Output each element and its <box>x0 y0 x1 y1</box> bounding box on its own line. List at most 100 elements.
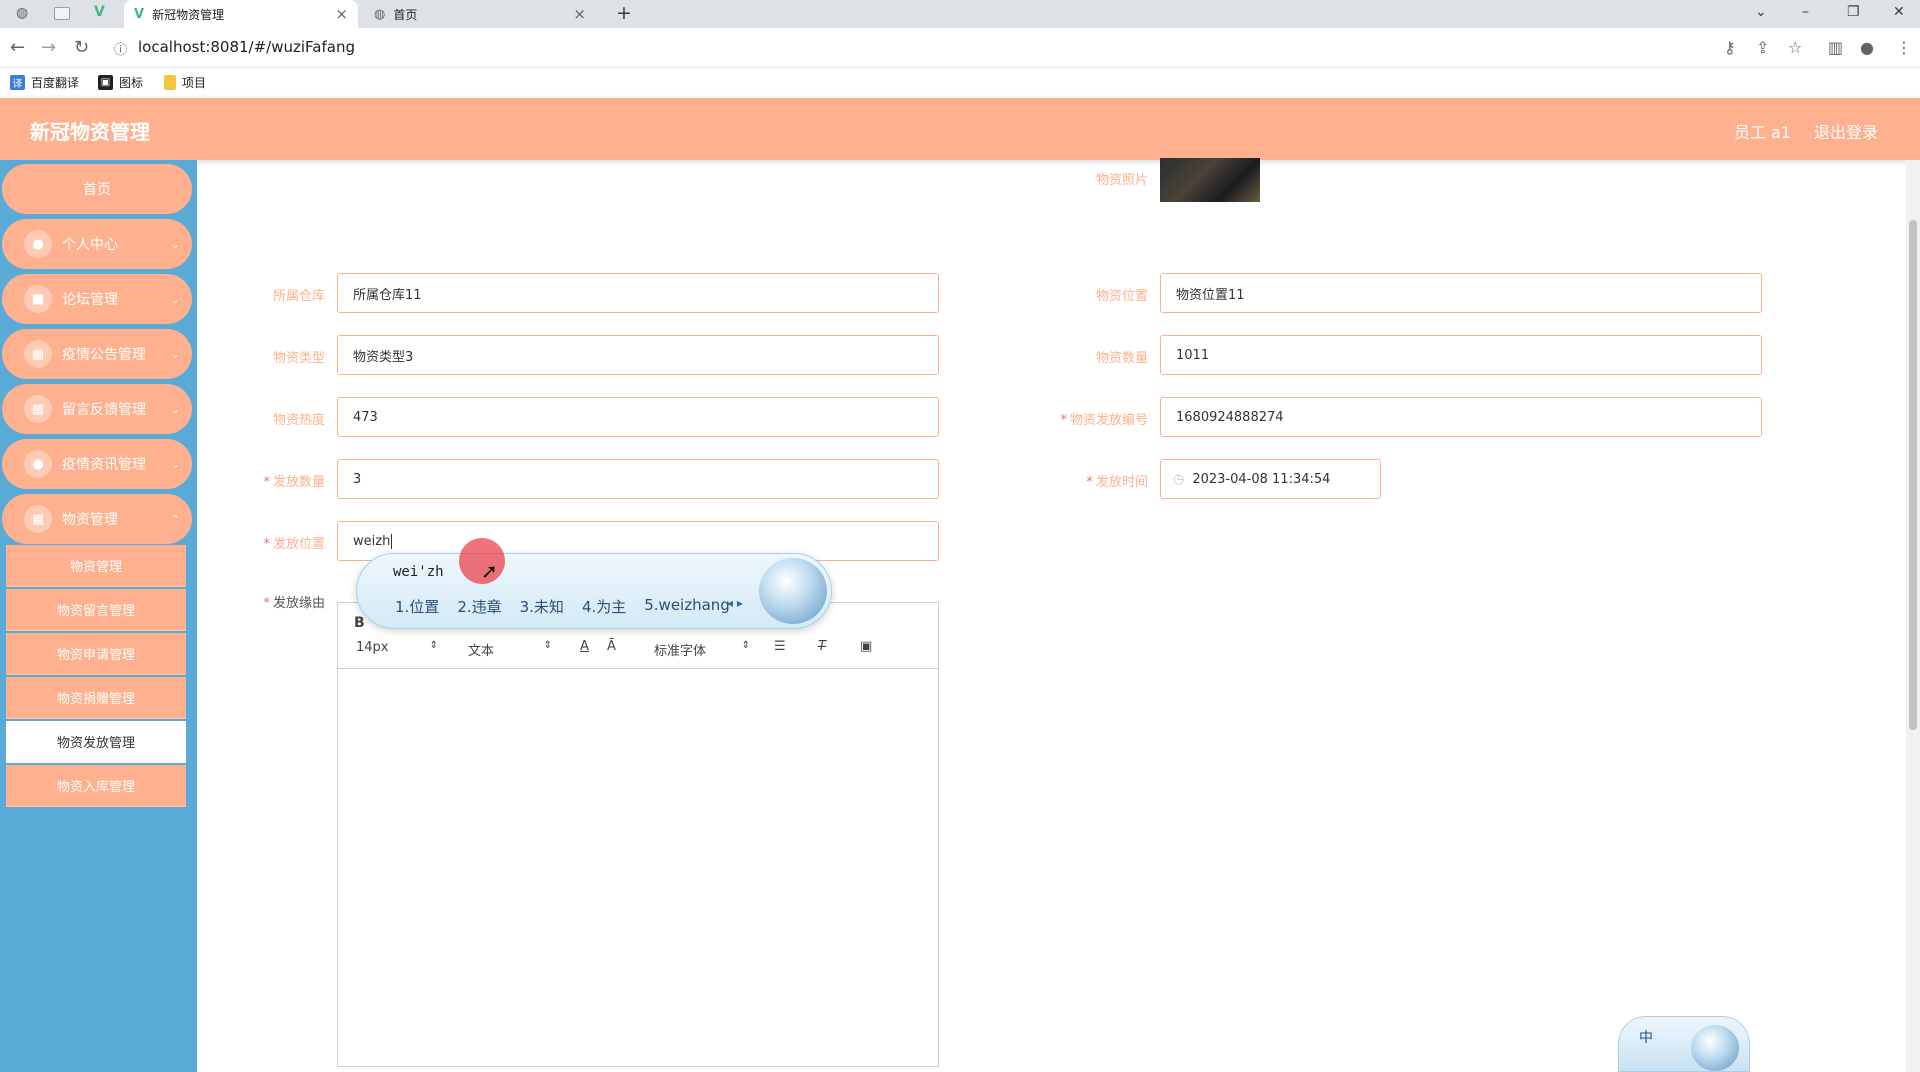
reason-label: * 发放缘由 <box>263 596 325 611</box>
heat-field[interactable]: 473 <box>337 397 939 437</box>
share-icon[interactable]: ⇪ <box>1756 38 1769 57</box>
back-icon[interactable]: ← <box>10 37 25 58</box>
ime-candidate[interactable]: 3.未知 <box>520 596 564 617</box>
chevron-down-icon: ⌄ <box>170 237 180 251</box>
clock-icon: ◷ <box>1173 471 1185 487</box>
scrollbar-thumb[interactable] <box>1909 220 1917 730</box>
warehouse-label: 所属仓库 <box>272 289 325 304</box>
sidebar-item-feedback[interactable]: ▦ 留言反馈管理 ⌄ <box>2 384 192 434</box>
distribution-number-field[interactable]: 1680924888274 <box>1160 397 1762 437</box>
ime-candidate[interactable]: 1.位置 <box>395 596 439 617</box>
ime-mode-label[interactable]: 中 <box>1639 1027 1653 1047</box>
grid-icon: ▦ <box>24 505 52 533</box>
header-select[interactable]: 文本 ⇕ <box>468 640 552 659</box>
ime-status-bar[interactable]: 中 <box>1618 1016 1750 1072</box>
ime-candidate[interactable]: 4.为主 <box>582 596 626 617</box>
distribution-time-picker[interactable]: ◷ 2023-04-08 11:34:54 <box>1160 459 1381 499</box>
warehouse-field[interactable]: 所属仓库11 <box>337 273 939 313</box>
user-icon: ● <box>24 450 52 478</box>
restore-icon[interactable]: ❐ <box>1847 4 1860 20</box>
font-family-select[interactable]: 标准字体 ⇕ <box>654 640 750 659</box>
app-header: 新冠物资管理 员工 a1 退出登录 <box>0 98 1920 160</box>
sidebar-item-notice[interactable]: ▦ 疫情公告管理 ⌄ <box>2 329 192 379</box>
address-bar: ← → ↻ ⓘ localhost:8081/#/wuziFafang ⚷ ⇪ … <box>0 28 1920 68</box>
clear-format-icon[interactable]: T̶ <box>818 639 826 654</box>
reload-icon[interactable]: ↻ <box>74 37 89 58</box>
location-field[interactable]: 物资位置11 <box>1160 273 1762 313</box>
submenu-item-active[interactable]: 物资发放管理 <box>6 721 186 763</box>
ime-candidate-list: 1.位置 2.违章 3.未知 4.为主 5.weizhang <box>395 596 730 617</box>
ime-candidate[interactable]: 2.违章 <box>457 596 501 617</box>
menu-icon[interactable]: ⋮ <box>1896 38 1912 57</box>
image-icon[interactable]: ▣ <box>860 639 872 654</box>
bookmark-item[interactable]: ▣ 图标 <box>98 74 143 91</box>
minimize-icon[interactable]: – <box>1802 4 1809 20</box>
sidebar-item-personal[interactable]: ● 个人中心 ⌄ <box>2 219 192 269</box>
logout-link[interactable]: 退出登录 <box>1814 119 1878 143</box>
translate-icon: 译 <box>10 75 25 90</box>
tab-active[interactable]: V 新冠物资管理 × <box>124 0 358 28</box>
mouse-pointer-icon: ➚ <box>481 559 498 583</box>
sidebar-item-forum[interactable]: ■ 论坛管理 ⌄ <box>2 274 192 324</box>
vue-logo-icon: V <box>134 6 145 22</box>
rich-text-editor[interactable]: B 14px ⇕ 文本 ⇕ A Ā 标准字体 ⇕ ☰ T̶ ▣ <box>337 602 939 1067</box>
chevron-up-icon: ⌃ <box>170 512 180 526</box>
distribution-time-label: * 发放时间 <box>1086 475 1148 490</box>
vue-icon[interactable]: V <box>94 4 105 20</box>
sort-icon: ⇕ <box>741 640 750 651</box>
font-size-select[interactable]: 14px ⇕ <box>356 640 438 655</box>
tab-home[interactable]: ◍ 首页 × <box>366 0 596 28</box>
font-color-icon[interactable]: A <box>580 639 589 654</box>
scrollbar[interactable] <box>1906 160 1920 1072</box>
submenu-item[interactable]: 物资申请管理 <box>6 633 186 675</box>
submenu-item[interactable]: 物资管理 <box>6 545 186 587</box>
forward-icon[interactable]: → <box>41 37 56 58</box>
grid-icon: ▦ <box>24 395 52 423</box>
bold-button[interactable]: B <box>354 615 365 631</box>
submenu-item[interactable]: 物资留言管理 <box>6 589 186 631</box>
tab-title: 首页 <box>393 7 418 22</box>
distribution-location-label: * 发放位置 <box>263 537 325 552</box>
sidebar: 首页 ● 个人中心 ⌄ ■ 论坛管理 ⌄ ▦ 疫情公告管理 ⌄ ▦ 留言反馈管理… <box>0 160 197 1072</box>
sidebar-item-news[interactable]: ● 疫情资讯管理 ⌄ <box>2 439 192 489</box>
app-title: 新冠物资管理 <box>30 120 150 144</box>
background-color-icon[interactable]: Ā <box>607 639 616 654</box>
star-icon[interactable]: ☆ <box>1788 38 1802 57</box>
user-label: 员工 a1 <box>1734 123 1792 142</box>
sidebar-item-home[interactable]: 首页 <box>2 164 192 214</box>
close-icon[interactable]: × <box>573 5 586 23</box>
sidebar-item-supplies[interactable]: ▦ 物资管理 ⌃ <box>2 494 192 544</box>
bookmark-item[interactable]: 项目 <box>164 74 206 91</box>
text-caret <box>391 533 393 549</box>
folder-icon <box>164 75 176 90</box>
ime-candidate[interactable]: 5.weizhang <box>644 596 730 617</box>
tab-title: 新冠物资管理 <box>152 7 225 22</box>
submenu-item[interactable]: 物资捐赠管理 <box>6 677 186 719</box>
close-window-icon[interactable]: ✕ <box>1893 4 1905 20</box>
bookmark-item[interactable]: 译 百度翻译 <box>10 74 79 91</box>
sidepanel-icon[interactable]: ▥ <box>1828 38 1843 57</box>
chevron-down-icon[interactable]: ⌄ <box>1755 4 1767 20</box>
profile-icon[interactable]: ● <box>1860 38 1874 57</box>
new-tab-button[interactable]: + <box>616 2 632 24</box>
ime-skin-icon <box>1691 1025 1739 1071</box>
tab-group-icon[interactable] <box>54 7 70 20</box>
quantity-label: 物资数量 <box>1095 351 1148 366</box>
supply-photo[interactable] <box>1160 158 1260 202</box>
submenu-item[interactable]: 物资入库管理 <box>6 765 186 807</box>
distribution-quantity-field[interactable]: 3 <box>337 459 939 499</box>
heat-label: 物资热度 <box>272 413 325 428</box>
type-label: 物资类型 <box>272 351 325 366</box>
info-icon[interactable]: ⓘ <box>114 39 127 58</box>
ime-page-arrows-icon[interactable]: ◂ ▸ <box>727 596 743 610</box>
quantity-field[interactable]: 1011 <box>1160 335 1762 375</box>
chevron-down-icon: ⌄ <box>170 457 180 471</box>
globe-icon[interactable]: ◍ <box>16 5 28 21</box>
close-icon[interactable]: × <box>335 5 348 23</box>
sort-icon: ⇕ <box>543 640 552 651</box>
image-icon: ▣ <box>98 75 113 90</box>
type-field[interactable]: 物资类型3 <box>337 335 939 375</box>
key-icon[interactable]: ⚷ <box>1724 38 1736 57</box>
align-icon[interactable]: ☰ <box>774 639 786 654</box>
url-input[interactable]: localhost:8081/#/wuziFafang <box>138 38 355 56</box>
